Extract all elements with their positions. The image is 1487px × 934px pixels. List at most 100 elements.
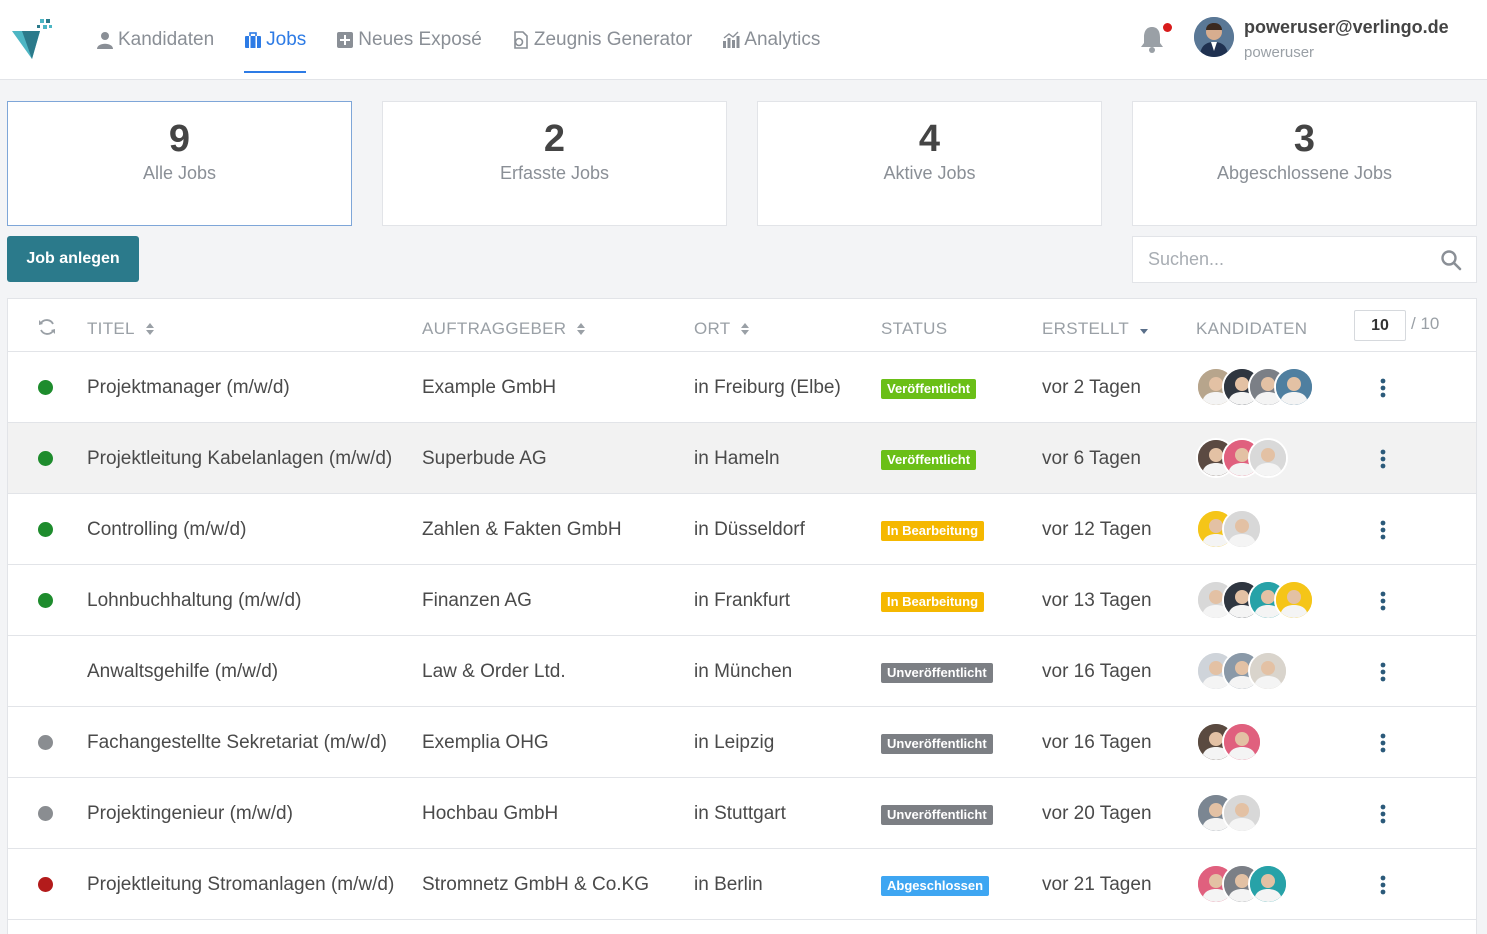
stat-card[interactable]: 3 Abgeschlossene Jobs — [1132, 101, 1477, 226]
stat-label: Erfasste Jobs — [499, 163, 610, 183]
status-dot — [38, 593, 53, 608]
table-row[interactable]: Projektleitung Kabelanlagen (m/w/d) Super… — [8, 423, 1476, 494]
job-client: Finanzen AG — [422, 590, 532, 611]
job-location: in Frankfurt — [694, 590, 791, 611]
search-input[interactable] — [1133, 237, 1433, 282]
nav-item-kandidaten[interactable]: Kandidaten — [96, 0, 214, 80]
jobs-table: TITEL AUFTRAGGEBER ORT STATUS ERSTELLT K… — [7, 298, 1477, 934]
status-badge: Unveröffentlicht — [881, 805, 993, 825]
more-options-icon[interactable] — [1378, 661, 1388, 683]
stat-value: 4 — [918, 118, 941, 160]
job-title[interactable]: Projektingenieur (m/w/d) — [87, 803, 293, 825]
column-header-title[interactable]: TITEL — [87, 319, 155, 339]
stat-card[interactable]: 9 Alle Jobs — [7, 101, 352, 226]
column-header-client[interactable]: AUFTRAGGEBER — [422, 319, 586, 339]
job-created: vor 16 Tagen — [1042, 661, 1152, 682]
table-header: TITEL AUFTRAGGEBER ORT STATUS ERSTELLT K… — [8, 299, 1476, 352]
table-row[interactable]: Anwaltsgehilfe (m/w/d) Law & Order Ltd. in… — [8, 636, 1476, 707]
stat-value: 3 — [1293, 118, 1316, 160]
stat-card[interactable]: 4 Aktive Jobs — [757, 101, 1102, 226]
nav-item-zeugnis-generator[interactable]: Zeugnis Generator — [512, 0, 692, 80]
sort-icon — [741, 323, 750, 335]
search-box — [1132, 236, 1477, 283]
stat-label: Aktive Jobs — [883, 163, 976, 183]
job-created: vor 13 Tagen — [1042, 590, 1152, 611]
table-row[interactable]: Controlling (m/w/d) Zahlen & Fakten GmbH i… — [8, 494, 1476, 565]
sort-icon — [145, 323, 154, 335]
job-title[interactable]: Lohnbuchhaltung (m/w/d) — [87, 590, 301, 612]
job-title[interactable]: Anwaltsgehilfe (m/w/d) — [87, 661, 278, 683]
job-title[interactable]: Controlling (m/w/d) — [87, 519, 246, 541]
column-header-candidates: KANDIDATEN — [1196, 319, 1308, 338]
nav-item-analytics[interactable]: Analytics — [722, 0, 820, 80]
table-row[interactable]: Projektleitung Stromanlagen (m/w/d) Strom… — [8, 849, 1476, 920]
nav-item-label: Jobs — [266, 29, 307, 50]
user-avatar[interactable] — [1194, 17, 1234, 57]
table-row[interactable]: Projektmanager (m/w/d) Example GmbH in Fre… — [8, 352, 1476, 423]
job-created: vor 12 Tagen — [1042, 519, 1152, 540]
table-row[interactable]: Projektingenieur (m/w/d) Hochbau GmbH in S… — [8, 778, 1476, 849]
more-options-icon[interactable] — [1378, 874, 1388, 896]
job-location: in Düsseldorf — [694, 519, 805, 540]
job-location: in München — [694, 661, 793, 682]
stat-card[interactable]: 2 Erfasste Jobs — [382, 101, 727, 226]
job-title[interactable]: Projektleitung Kabelanlagen (m/w/d) — [87, 448, 392, 470]
column-header-created[interactable]: ERSTELLT — [1042, 319, 1149, 339]
job-location: in Berlin — [694, 874, 763, 895]
job-created: vor 16 Tagen — [1042, 732, 1152, 753]
user-name: poweruser — [1244, 44, 1315, 61]
user-email[interactable]: poweruser@verlingo.de — [1244, 17, 1449, 38]
candidate-avatar[interactable] — [1222, 722, 1262, 762]
job-location: in Leipzig — [694, 732, 775, 753]
job-client: Superbude AG — [422, 448, 547, 469]
nav-item-neues-expos-[interactable]: Neues Exposé — [336, 0, 482, 80]
per-page-total: / 10 — [1411, 314, 1440, 333]
notification-bell-icon[interactable] — [1138, 24, 1166, 54]
candidate-avatar[interactable] — [1248, 438, 1288, 478]
notification-indicator — [1163, 23, 1172, 32]
stat-label: Abgeschlossene Jobs — [1216, 163, 1393, 183]
column-header-status: STATUS — [881, 319, 948, 338]
table-row[interactable]: Lohnbuchhaltung (m/w/d) Finanzen AG in Fra… — [8, 565, 1476, 636]
more-options-icon[interactable] — [1378, 448, 1388, 470]
column-header-location[interactable]: ORT — [694, 319, 750, 339]
stat-value: 9 — [168, 118, 191, 160]
candidate-avatar[interactable] — [1248, 651, 1288, 691]
nav-item-label: Zeugnis Generator — [533, 29, 693, 50]
more-options-icon[interactable] — [1378, 803, 1388, 825]
refresh-icon[interactable] — [37, 317, 57, 337]
job-title[interactable]: Projektmanager (m/w/d) — [87, 377, 290, 399]
more-options-icon[interactable] — [1378, 377, 1388, 399]
search-icon[interactable] — [1440, 249, 1462, 271]
candidate-avatar[interactable] — [1222, 793, 1262, 833]
verlingo-logo-icon[interactable] — [10, 17, 54, 59]
more-options-icon[interactable] — [1378, 732, 1388, 754]
more-options-icon[interactable] — [1378, 519, 1388, 541]
candidate-avatar[interactable] — [1248, 864, 1288, 904]
table-row[interactable]: Fachangestellte Sekretariat (m/w/d) Exemp… — [8, 707, 1476, 778]
job-title[interactable]: Projektleitung Stromanlagen (m/w/d) — [87, 874, 394, 896]
job-location: in Freiburg (Elbe) — [694, 377, 841, 398]
status-dot — [38, 380, 53, 395]
per-page-input[interactable] — [1354, 310, 1406, 341]
create-job-button[interactable]: Job anlegen — [7, 236, 139, 282]
nav-item-label: Kandidaten — [118, 29, 215, 50]
nav-item-jobs[interactable]: Jobs — [244, 0, 307, 80]
user-icon — [96, 31, 118, 49]
job-client: Law & Order Ltd. — [422, 661, 566, 682]
status-badge: Unveröffentlicht — [881, 663, 993, 683]
candidate-avatar[interactable] — [1274, 367, 1314, 407]
job-client: Hochbau GmbH — [422, 803, 559, 824]
candidate-avatar[interactable] — [1274, 580, 1314, 620]
briefcase-icon — [244, 31, 266, 49]
job-title[interactable]: Fachangestellte Sekretariat (m/w/d) — [87, 732, 387, 754]
plus-square-icon — [336, 31, 358, 49]
job-client: Zahlen & Fakten GmbH — [422, 519, 622, 540]
status-badge: Veröffentlicht — [881, 450, 977, 470]
more-options-icon[interactable] — [1378, 590, 1388, 612]
job-client: Exemplia OHG — [422, 732, 549, 753]
sort-icon — [577, 323, 586, 335]
status-badge: Unveröffentlicht — [881, 734, 993, 754]
status-dot — [38, 735, 53, 750]
candidate-avatar[interactable] — [1222, 509, 1262, 549]
